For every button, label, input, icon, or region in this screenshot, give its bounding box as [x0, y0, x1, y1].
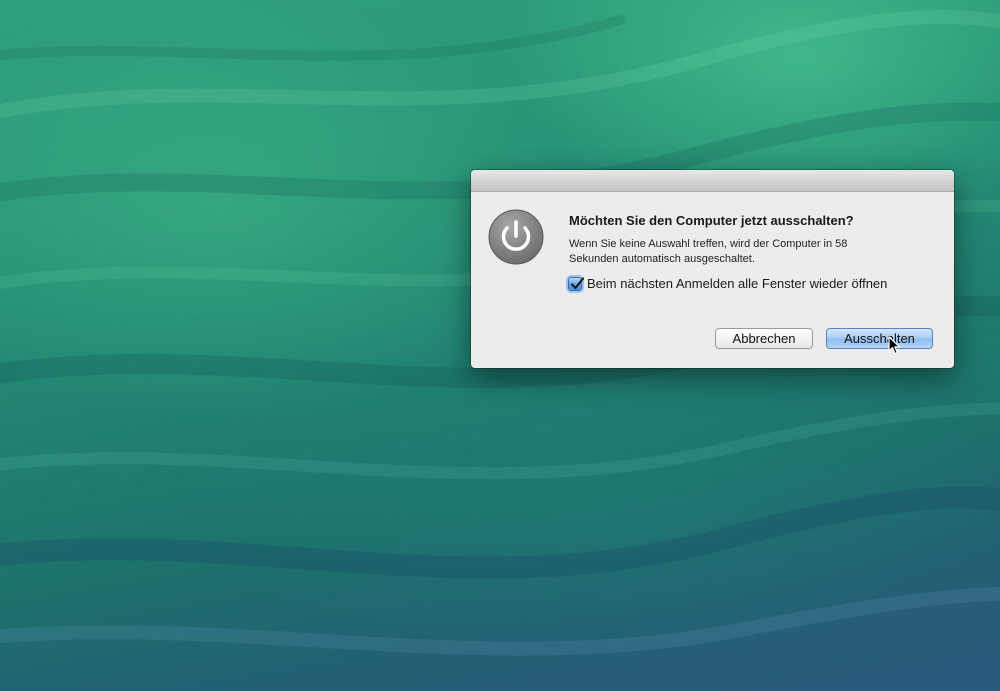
dialog-message: Wenn Sie keine Auswahl treffen, wird der…: [569, 238, 848, 265]
reopen-windows-checkbox[interactable]: [568, 276, 585, 291]
cancel-button[interactable]: Abbrechen: [715, 328, 813, 349]
shutdown-dialog: Möchten Sie den Computer jetzt ausschalt…: [471, 170, 954, 368]
reopen-windows-label: Beim nächsten Anmelden alle Fenster wied…: [587, 276, 888, 291]
mouse-pointer-icon: [888, 336, 901, 355]
reopen-windows-checkbox-row[interactable]: Beim nächsten Anmelden alle Fenster wied…: [568, 276, 887, 291]
checkmark-icon: [570, 276, 585, 289]
power-icon: [488, 209, 544, 265]
shutdown-button[interactable]: Ausschalten: [826, 328, 933, 349]
desktop: Möchten Sie den Computer jetzt ausschalt…: [0, 0, 1000, 691]
dialog-titlebar: [471, 170, 954, 192]
dialog-title: Möchten Sie den Computer jetzt ausschalt…: [569, 213, 854, 228]
